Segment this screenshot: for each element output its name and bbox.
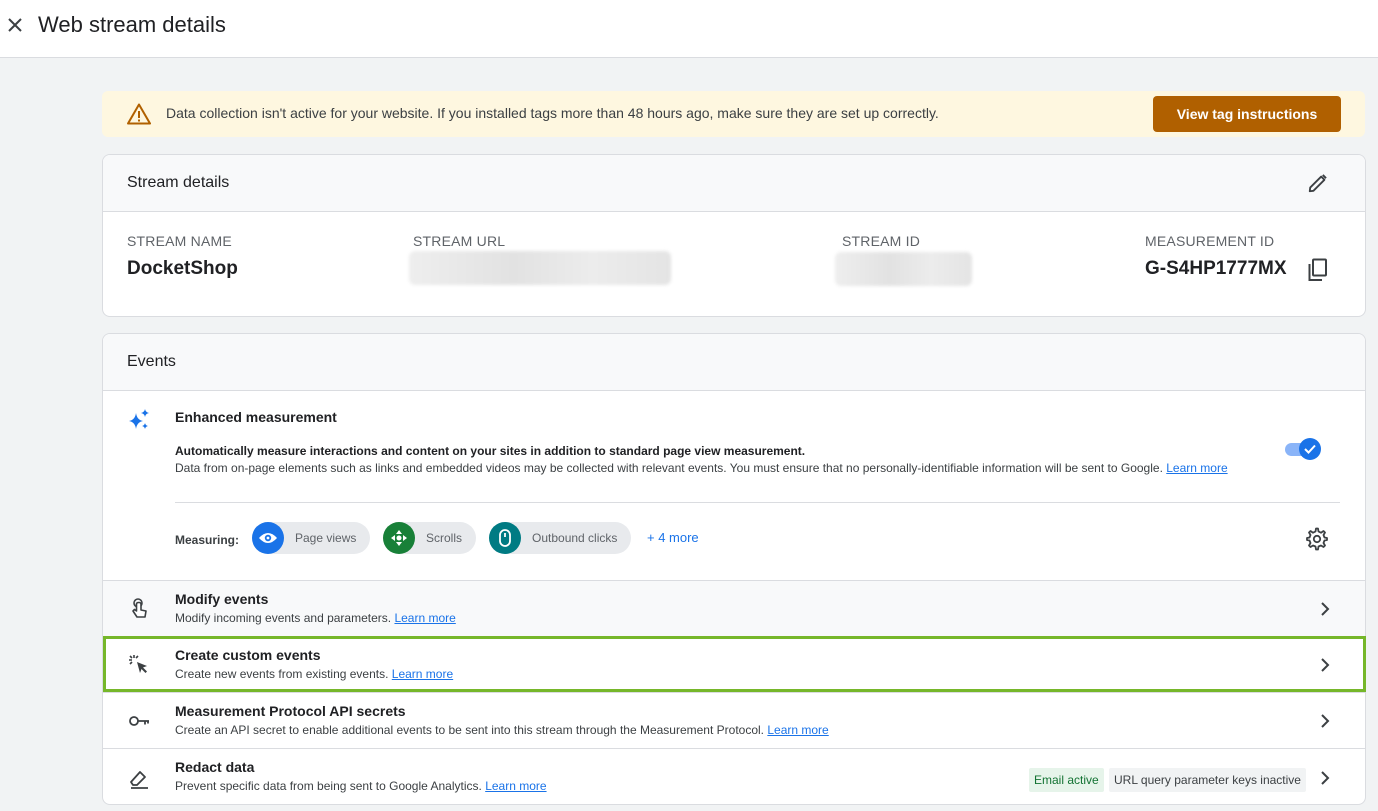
row-title: Modify events [175,591,269,607]
row-title: Create custom events [175,647,321,663]
stream-id-field: STREAM ID [842,233,920,249]
row-subtitle-text: Modify incoming events and parameters. [175,611,392,625]
enhanced-measurement-toggle[interactable] [1285,438,1321,460]
chip-label: Scrolls [426,531,463,545]
top-bar: Web stream details [0,0,1378,58]
stream-url-redacted [409,251,671,285]
enhanced-description-text: Data from on-page elements such as links… [175,461,1163,475]
measurement-id-value: G-S4HP1777MX [1145,258,1287,279]
stream-url-field: STREAM URL [413,233,505,249]
stream-id-label: STREAM ID [842,233,921,249]
warning-icon [127,103,151,125]
api-secrets-row[interactable]: Measurement Protocol API secrets Create … [103,692,1365,748]
events-title: Events [127,353,176,370]
redact-data-row[interactable]: Redact data Prevent specific data from b… [103,748,1365,804]
copy-icon[interactable] [1307,258,1329,282]
chip-page-views[interactable]: Page views [252,522,371,554]
row-title: Redact data [175,759,255,775]
row-subtitle-text: Prevent specific data from being sent to… [175,779,482,793]
stream-name-label: STREAM NAME [127,233,232,249]
stream-details-title: Stream details [127,174,230,191]
key-icon [129,716,149,726]
touch-hand-icon [132,598,147,618]
learn-more-link[interactable]: Learn more [485,779,546,793]
enhanced-measurement-section: Enhanced measurement Automatically measu… [103,391,1365,580]
measurement-id-field: MEASUREMENT ID G-S4HP1777MX [1145,233,1287,280]
row-subtitle: Prevent specific data from being sent to… [175,779,547,793]
gear-icon[interactable] [1305,527,1329,551]
events-card: Events Enhanced measurement Automaticall… [102,333,1366,805]
row-subtitle: Create an API secret to enable additiona… [175,723,829,737]
chevron-right-icon [1321,714,1330,728]
stream-name-value: DocketShop [127,258,238,279]
events-header: Events [103,334,1365,391]
chip-outbound-clicks[interactable]: Outbound clicks [489,522,632,554]
chevron-right-icon [1321,771,1330,785]
stream-url-label: STREAM URL [413,233,506,249]
modify-events-row[interactable]: Modify events Modify incoming events and… [103,580,1365,636]
stream-id-redacted [835,252,972,286]
stream-details-header: Stream details [103,155,1365,212]
row-title: Measurement Protocol API secrets [175,703,406,719]
chevron-right-icon [1321,602,1330,616]
enhanced-measurement-description: Data from on-page elements such as links… [175,460,1265,476]
chip-label: Page views [295,531,357,545]
measurement-id-label: MEASUREMENT ID [1145,233,1275,249]
create-custom-events-row[interactable]: Create custom events Create new events f… [103,636,1365,692]
row-subtitle-text: Create an API secret to enable additiona… [175,723,765,737]
email-status-badge: Email active [1029,768,1104,792]
eye-icon [252,522,284,554]
check-icon [1299,438,1321,460]
learn-more-link[interactable]: Learn more [767,723,828,737]
row-subtitle: Create new events from existing events. … [175,667,453,681]
enhanced-measurement-title: Enhanced measurement [175,409,337,425]
row-subtitle-text: Create new events from existing events. [175,667,389,681]
chevron-right-icon [1321,658,1330,672]
pencil-icon[interactable] [1307,172,1329,194]
chip-scrolls[interactable]: Scrolls [383,522,477,554]
learn-more-link[interactable]: Learn more [392,667,453,681]
divider [175,502,1340,503]
enhanced-measurement-subtitle: Automatically measure interactions and c… [175,444,806,458]
mouse-icon [489,522,521,554]
warning-banner: Data collection isn't active for your we… [102,91,1365,137]
sparkle-icon [129,409,149,429]
row-subtitle: Modify incoming events and parameters. L… [175,611,456,625]
stream-name-field: STREAM NAME DocketShop [127,233,238,280]
chip-label: Outbound clicks [532,531,618,545]
stream-details-card: Stream details STREAM NAME DocketShop ST… [102,154,1366,317]
banner-message: Data collection isn't active for your we… [166,105,939,121]
close-icon[interactable] [4,14,26,36]
enhanced-learn-more-link[interactable]: Learn more [1166,461,1227,475]
measuring-label: Measuring: [175,533,240,547]
more-measurements-link[interactable]: + 4 more [647,530,699,545]
cursor-click-icon [129,655,147,673]
scroll-arrows-icon [383,522,415,554]
view-tag-instructions-button[interactable]: View tag instructions [1153,96,1341,132]
url-query-status-badge: URL query parameter keys inactive [1109,768,1306,792]
eraser-icon [130,771,148,789]
page-title: Web stream details [38,12,226,37]
learn-more-link[interactable]: Learn more [394,611,455,625]
